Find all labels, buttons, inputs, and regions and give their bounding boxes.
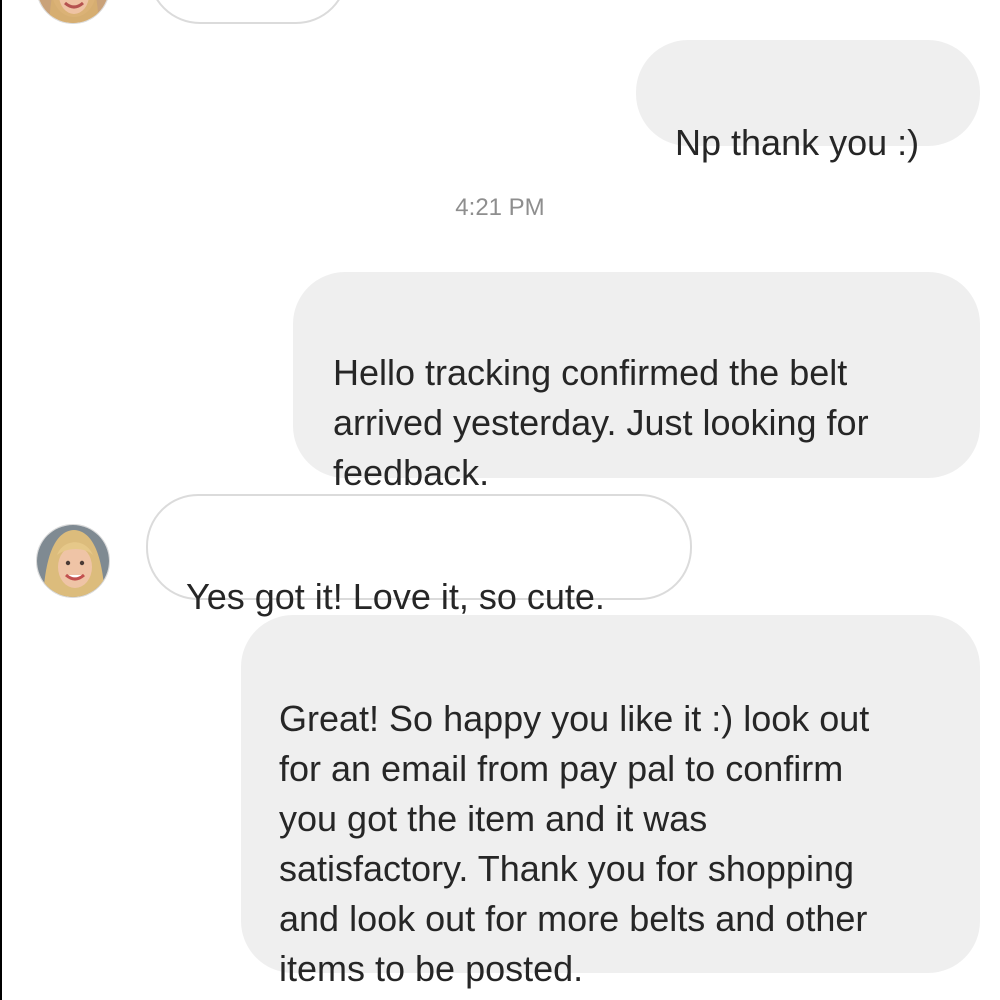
message-bubble-partial[interactable]: [148, 0, 348, 24]
contact-avatar[interactable]: [36, 524, 110, 598]
message-bubble-sent[interactable]: Hello tracking confirmed the belt arrive…: [293, 272, 980, 493]
message-bubble-received[interactable]: Yes got it! Love it, so cute.: [146, 494, 692, 617]
message-text: Great! So happy you like it :) look out …: [279, 698, 870, 989]
message-text: Np thank you :): [675, 122, 920, 163]
screen-edge: [0, 0, 2, 1000]
contact-avatar-top[interactable]: [36, 0, 110, 24]
message-text: Yes got it! Love it, so cute.: [186, 576, 605, 617]
message-text: Hello tracking confirmed the belt arrive…: [333, 352, 869, 493]
message-timestamp: 4:21 PM: [455, 194, 545, 221]
message-bubble-sent[interactable]: Np thank you :): [636, 40, 980, 163]
message-bubble-sent[interactable]: Great! So happy you like it :) look out …: [241, 615, 980, 989]
